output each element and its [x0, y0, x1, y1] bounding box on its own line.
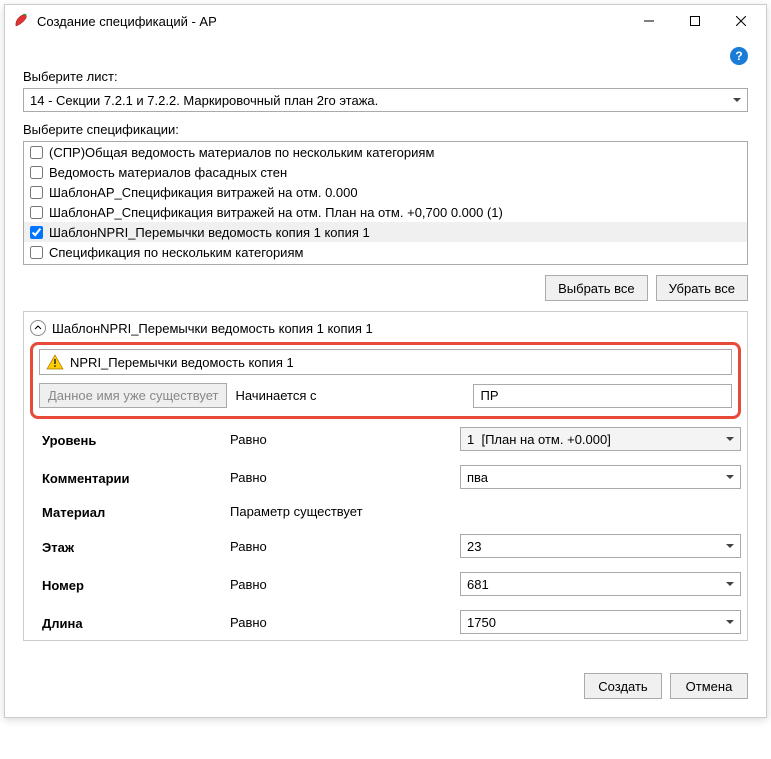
spec-label: Ведомость материалов фасадных стен — [49, 165, 287, 180]
maximize-button[interactable] — [672, 6, 718, 36]
params-container: УровеньРавноКомментарииРавноМатериалПара… — [30, 427, 741, 634]
param-condition: Равно — [230, 577, 460, 592]
spec-checkbox[interactable] — [30, 246, 43, 259]
starts-with-label: Начинается с — [235, 388, 465, 403]
param-name: Материал — [30, 503, 230, 520]
select-all-button[interactable]: Выбрать все — [545, 275, 647, 301]
param-value-col — [460, 427, 741, 451]
spec-label: (СПР)Общая ведомость материалов по неско… — [49, 145, 434, 160]
param-value-text[interactable] — [467, 432, 720, 447]
specs-buttons: Выбрать все Убрать все — [23, 275, 748, 301]
spec-checkbox[interactable] — [30, 166, 43, 179]
starts-with-input[interactable] — [473, 384, 732, 408]
spec-item[interactable]: ШаблонNPRI_Перемычки ведомость копия 1 к… — [24, 222, 747, 242]
param-condition: Параметр существует — [230, 504, 460, 519]
param-row: ДлинаРавно — [30, 610, 741, 634]
group-header: ШаблонNPRI_Перемычки ведомость копия 1 к… — [30, 318, 741, 338]
param-value-text[interactable] — [467, 615, 720, 630]
param-name: Длина — [30, 614, 230, 631]
param-row: МатериалПараметр существует — [30, 503, 741, 520]
exists-message: Данное имя уже существует — [39, 383, 227, 408]
param-name: Номер — [30, 576, 230, 593]
spec-item[interactable]: Ведомость материалов фасадных стен — [24, 162, 747, 182]
help-icon[interactable]: ? — [730, 47, 748, 65]
spec-checkbox[interactable] — [30, 226, 43, 239]
param-value-col — [460, 465, 741, 489]
param-row: КомментарииРавно — [30, 465, 741, 489]
spec-label: ШаблонNPRI_Перемычки ведомость копия 1 к… — [49, 225, 370, 240]
group-title: ШаблонNPRI_Перемычки ведомость копия 1 к… — [52, 321, 373, 336]
sheet-label: Выберите лист: — [23, 69, 748, 84]
name-row — [39, 349, 732, 375]
specs-label: Выберите спецификации: — [23, 122, 748, 137]
spec-checkbox[interactable] — [30, 146, 43, 159]
spec-label: ШаблонАР_Спецификация витражей на отм. 0… — [49, 185, 358, 200]
param-row: УровеньРавно — [30, 427, 741, 451]
spec-checkbox[interactable] — [30, 186, 43, 199]
sheet-select[interactable]: 14 - Секции 7.2.1 и 7.2.2. Маркировочный… — [23, 88, 748, 112]
param-value-col — [460, 610, 741, 634]
param-value-text[interactable] — [467, 470, 720, 485]
warning-icon — [46, 353, 64, 371]
starts-with-value[interactable] — [480, 388, 711, 403]
minimize-button[interactable] — [626, 6, 672, 36]
collapse-icon[interactable] — [30, 320, 46, 336]
param-condition: Равно — [230, 432, 460, 447]
param-row: НомерРавно — [30, 572, 741, 596]
cancel-button[interactable]: Отмена — [670, 673, 748, 699]
close-button[interactable] — [718, 6, 764, 36]
param-value-input[interactable] — [460, 427, 741, 451]
highlight-box: Данное имя уже существует Начинается с — [30, 342, 741, 419]
param-name: Комментарии — [30, 469, 230, 486]
param-value-input[interactable] — [460, 610, 741, 634]
name-input[interactable] — [70, 355, 725, 370]
app-icon — [13, 13, 29, 29]
specs-list[interactable]: (СПР)Общая ведомость материалов по неско… — [23, 141, 748, 265]
window: Создание спецификаций - АР ? Выберите ли… — [4, 4, 767, 718]
spec-item[interactable]: ШаблонАР_Спецификация витражей на отм. 0… — [24, 182, 747, 202]
spec-item[interactable]: Спецификация по нескольким категориям — [24, 242, 747, 262]
footer: Создать Отмена — [5, 659, 766, 717]
exists-row: Данное имя уже существует Начинается с — [39, 383, 732, 408]
window-title: Создание спецификаций - АР — [37, 14, 626, 29]
titlebar: Создание спецификаций - АР — [5, 5, 766, 37]
create-button[interactable]: Создать — [584, 673, 662, 699]
param-value-text[interactable] — [467, 539, 720, 554]
param-row: ЭтажРавно — [30, 534, 741, 558]
spec-checkbox[interactable] — [30, 206, 43, 219]
param-value-text[interactable] — [467, 577, 720, 592]
spec-item[interactable]: (СПР)Общая ведомость материалов по неско… — [24, 142, 747, 162]
sheet-select-value: 14 - Секции 7.2.1 и 7.2.2. Маркировочный… — [30, 93, 378, 108]
param-value-col — [460, 572, 741, 596]
param-name: Этаж — [30, 538, 230, 555]
content: ? Выберите лист: 14 - Секции 7.2.1 и 7.2… — [5, 37, 766, 659]
param-name: Уровень — [30, 431, 230, 448]
spec-item[interactable]: ШаблонАР_Спецификация витражей на отм. П… — [24, 202, 747, 222]
param-value-input[interactable] — [460, 534, 741, 558]
param-condition: Равно — [230, 539, 460, 554]
param-value-input[interactable] — [460, 572, 741, 596]
param-value-col — [460, 534, 741, 558]
deselect-all-button[interactable]: Убрать все — [656, 275, 748, 301]
param-condition: Равно — [230, 615, 460, 630]
spec-label: ШаблонАР_Спецификация витражей на отм. П… — [49, 205, 503, 220]
param-value-input[interactable] — [460, 465, 741, 489]
template-group: ШаблонNPRI_Перемычки ведомость копия 1 к… — [23, 311, 748, 641]
help-row: ? — [23, 47, 748, 65]
param-condition: Равно — [230, 470, 460, 485]
spec-label: Спецификация по нескольким категориям — [49, 245, 303, 260]
